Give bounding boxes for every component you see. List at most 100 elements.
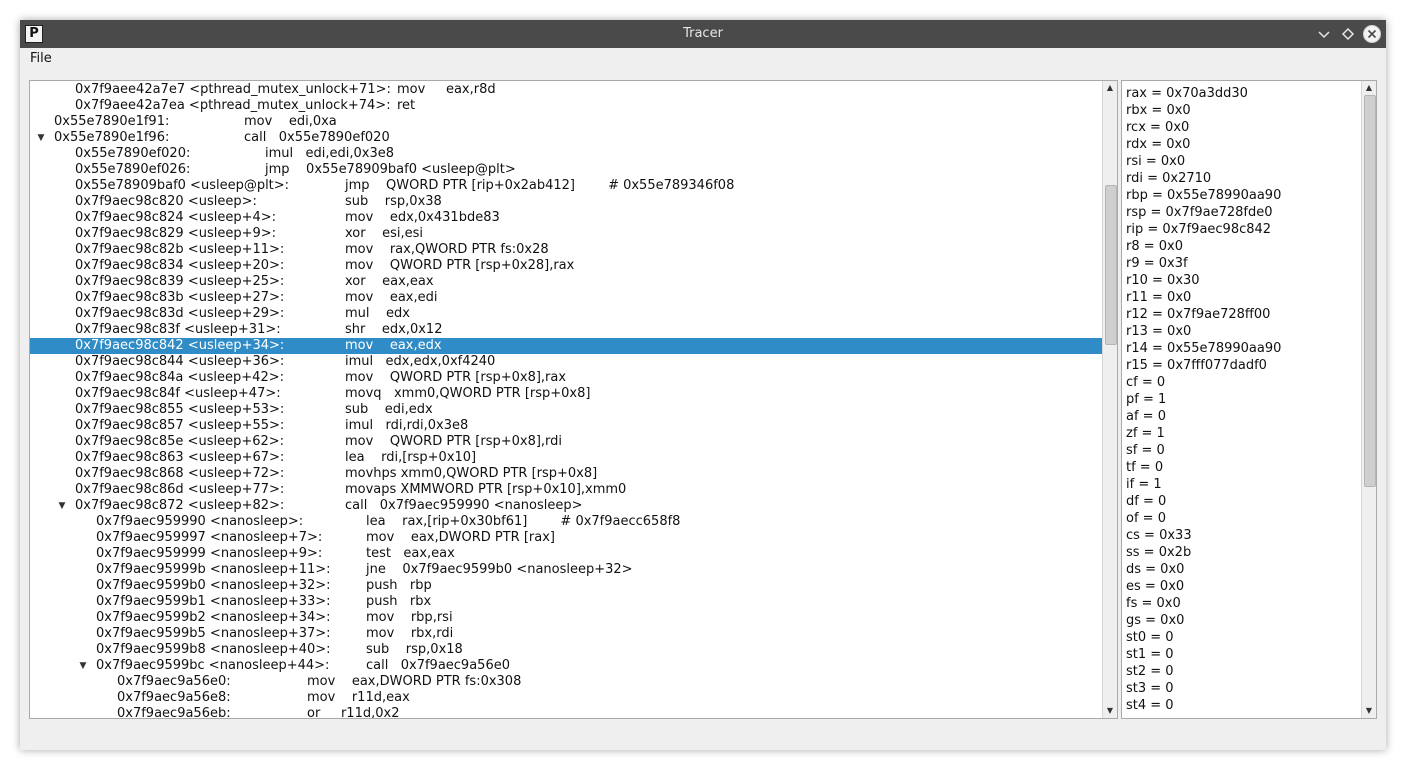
register-row[interactable]: rsi = 0x0 xyxy=(1126,153,1185,170)
expand-arrow-icon[interactable]: ▼ xyxy=(36,130,46,146)
trace-row[interactable]: 0x7f9aec98c84a <usleep+42>: mov QWORD PTR… xyxy=(30,370,1102,386)
register-row[interactable]: gs = 0x0 xyxy=(1126,612,1184,629)
trace-row[interactable]: 0x7f9aec9a56e0: mov eax,DWORD PTR fs:0x30… xyxy=(30,674,1102,690)
register-row[interactable]: rbx = 0x0 xyxy=(1126,102,1191,119)
maximize-button[interactable] xyxy=(1338,24,1358,44)
trace-row[interactable]: 0x7f9aec9599b8 <nanosleep+40>: sub rsp,0x… xyxy=(30,642,1102,658)
trace-row[interactable]: 0x7f9aee42a7e7 <pthread_mutex_unlock+71>… xyxy=(30,82,1102,98)
register-row[interactable]: rsp = 0x7f9ae728fde0 xyxy=(1126,204,1273,221)
trace-row[interactable]: 0x55e78909baf0 <usleep@plt>: jmp QWORD PT… xyxy=(30,178,1102,194)
trace-row[interactable]: 0x7f9aec98c820 <usleep>: sub rsp,0x38 xyxy=(30,194,1102,210)
scrollbar-thumb[interactable] xyxy=(1105,185,1117,345)
trace-row[interactable]: 0x7f9aec98c868 <usleep+72>: movhps xmm0,Q… xyxy=(30,466,1102,482)
close-button[interactable] xyxy=(1362,24,1382,44)
trace-row[interactable]: 0x7f9aec98c844 <usleep+36>: imul edx,edx,… xyxy=(30,354,1102,370)
trace-row[interactable]: 0x7f9aec98c84f <usleep+47>: movq xmm0,QWO… xyxy=(30,386,1102,402)
register-row[interactable]: tf = 0 xyxy=(1126,459,1163,476)
trace-row-selected[interactable]: 0x7f9aec98c842 <usleep+34>: mov eax,edx xyxy=(30,338,1102,354)
register-row[interactable]: st0 = 0 xyxy=(1126,629,1174,646)
register-row[interactable]: df = 0 xyxy=(1126,493,1166,510)
trace-row[interactable]: 0x55e7890e1f91: mov edi,0xa xyxy=(30,114,1102,130)
register-row[interactable]: if = 1 xyxy=(1126,476,1162,493)
trace-row[interactable]: 0x7f9aec98c857 <usleep+55>: imul rdi,rdi,… xyxy=(30,418,1102,434)
title-bar[interactable]: P Tracer xyxy=(20,20,1386,48)
register-row[interactable]: rdx = 0x0 xyxy=(1126,136,1190,153)
scrollbar-track[interactable] xyxy=(1103,95,1117,704)
expand-arrow-icon[interactable]: ▼ xyxy=(78,658,88,674)
trace-instruction: sub rsp,0x18 xyxy=(366,642,463,657)
register-row[interactable]: af = 0 xyxy=(1126,408,1166,425)
trace-row[interactable]: 0x7f9aee42a7ea <pthread_mutex_unlock+74>… xyxy=(30,98,1102,114)
register-row[interactable]: ds = 0x0 xyxy=(1126,561,1184,578)
register-row[interactable]: r10 = 0x30 xyxy=(1126,272,1200,289)
trace-tree[interactable]: 0x7f9aee42a7e7 <pthread_mutex_unlock+71>… xyxy=(30,81,1102,718)
register-row[interactable]: st1 = 0 xyxy=(1126,646,1174,663)
trace-row[interactable]: 0x7f9aec9599b1 <nanosleep+33>: push rbx xyxy=(30,594,1102,610)
trace-row[interactable]: ▼ 0x55e7890e1f96: call 0x55e7890ef020 xyxy=(30,130,1102,146)
register-row[interactable]: cf = 0 xyxy=(1126,374,1165,391)
register-row[interactable]: r9 = 0x3f xyxy=(1126,255,1188,272)
register-row[interactable]: sf = 0 xyxy=(1126,442,1165,459)
expand-arrow-icon[interactable]: ▼ xyxy=(57,498,67,514)
trace-row[interactable]: 0x7f9aec98c82b <usleep+11>: mov rax,QWORD… xyxy=(30,242,1102,258)
registers-scrollbar[interactable]: ▲ ▼ xyxy=(1361,81,1376,718)
scrollbar-track[interactable] xyxy=(1362,95,1376,704)
register-row[interactable]: of = 0 xyxy=(1126,510,1166,527)
register-row[interactable]: r8 = 0x0 xyxy=(1126,238,1183,255)
trace-row[interactable]: 0x7f9aec959999 <nanosleep+9>: test eax,ea… xyxy=(30,546,1102,562)
trace-row[interactable]: 0x7f9aec98c839 <usleep+25>: xor eax,eax xyxy=(30,274,1102,290)
scroll-up-arrow-icon[interactable]: ▲ xyxy=(1362,81,1376,95)
trace-row[interactable]: 0x7f9aec98c829 <usleep+9>: xor esi,esi xyxy=(30,226,1102,242)
registers-list[interactable]: rax = 0x70a3dd30 rbx = 0x0 rcx = 0x0 rdx = … xyxy=(1122,81,1362,718)
trace-row[interactable]: 0x7f9aec9599b0 <nanosleep+32>: push rbp xyxy=(30,578,1102,594)
register-row[interactable]: rdi = 0x2710 xyxy=(1126,170,1211,187)
register-row[interactable]: r14 = 0x55e78990aa90 xyxy=(1126,340,1281,357)
trace-row[interactable]: 0x7f9aec98c863 <usleep+67>: lea rdi,[rsp+… xyxy=(30,450,1102,466)
trace-row[interactable]: 0x7f9aec98c83d <usleep+29>: mul edx xyxy=(30,306,1102,322)
trace-row[interactable]: 0x55e7890ef026: jmp 0x55e78909baf0 <uslee… xyxy=(30,162,1102,178)
trace-row[interactable]: 0x7f9aec9599b5 <nanosleep+37>: mov rbx,rd… xyxy=(30,626,1102,642)
trace-row[interactable]: 0x7f9aec98c83b <usleep+27>: mov eax,edi xyxy=(30,290,1102,306)
scroll-up-arrow-icon[interactable]: ▲ xyxy=(1103,81,1117,95)
scroll-down-arrow-icon[interactable]: ▼ xyxy=(1362,704,1376,718)
trace-row[interactable]: 0x7f9aec98c83f <usleep+31>: shr edx,0x12 xyxy=(30,322,1102,338)
register-row[interactable]: rip = 0x7f9aec98c842 xyxy=(1126,221,1271,238)
trace-row[interactable]: 0x7f9aec98c824 <usleep+4>: mov edx,0x431b… xyxy=(30,210,1102,226)
register-row[interactable]: rcx = 0x0 xyxy=(1126,119,1189,136)
register-row[interactable]: es = 0x0 xyxy=(1126,578,1184,595)
trace-row[interactable]: 0x55e7890ef020: imul edi,edi,0x3e8 xyxy=(30,146,1102,162)
trace-row[interactable]: 0x7f9aec98c855 <usleep+53>: sub edi,edx xyxy=(30,402,1102,418)
trace-row[interactable]: 0x7f9aec9a56e8: mov r11d,eax xyxy=(30,690,1102,706)
trace-row[interactable]: 0x7f9aec959990 <nanosleep>: lea rax,[rip+… xyxy=(30,514,1102,530)
trace-scrollbar[interactable]: ▲ ▼ xyxy=(1102,81,1117,718)
trace-row[interactable]: 0x7f9aec9599b2 <nanosleep+34>: mov rbp,rs… xyxy=(30,610,1102,626)
register-row[interactable]: st4 = 0 xyxy=(1126,697,1174,714)
register-row[interactable]: r13 = 0x0 xyxy=(1126,323,1191,340)
trace-row[interactable]: 0x7f9aec95999b <nanosleep+11>: jne 0x7f9a… xyxy=(30,562,1102,578)
register-row[interactable]: cs = 0x33 xyxy=(1126,527,1192,544)
scroll-down-arrow-icon[interactable]: ▼ xyxy=(1103,704,1117,718)
register-row[interactable]: zf = 1 xyxy=(1126,425,1165,442)
register-row[interactable]: ss = 0x2b xyxy=(1126,544,1191,561)
register-row[interactable]: r15 = 0x7fff077dadf0 xyxy=(1126,357,1267,374)
register-row[interactable]: pf = 1 xyxy=(1126,391,1166,408)
register-row[interactable]: rax = 0x70a3dd30 xyxy=(1126,85,1248,102)
minimize-button[interactable] xyxy=(1314,24,1334,44)
menu-file[interactable]: File xyxy=(30,48,52,70)
trace-row[interactable]: ▼ 0x7f9aec98c872 <usleep+82>: call 0x7f9ae… xyxy=(30,498,1102,514)
trace-row[interactable]: 0x7f9aec9a56eb: or r11d,0x2 xyxy=(30,706,1102,718)
trace-row[interactable]: 0x7f9aec98c834 <usleep+20>: mov QWORD PTR… xyxy=(30,258,1102,274)
register-row[interactable]: rbp = 0x55e78990aa90 xyxy=(1126,187,1281,204)
register-row[interactable]: fs = 0x0 xyxy=(1126,595,1181,612)
register-row[interactable]: st3 = 0 xyxy=(1126,680,1174,697)
trace-row[interactable]: 0x7f9aec959997 <nanosleep+7>: mov eax,DWO… xyxy=(30,530,1102,546)
trace-instruction: push rbx xyxy=(366,594,432,609)
register-row[interactable]: r11 = 0x0 xyxy=(1126,289,1191,306)
scrollbar-thumb[interactable] xyxy=(1364,95,1376,487)
trace-row[interactable]: 0x7f9aec98c86d <usleep+77>: movaps XMMWOR… xyxy=(30,482,1102,498)
trace-row[interactable]: 0x7f9aec98c85e <usleep+62>: mov QWORD PTR… xyxy=(30,434,1102,450)
register-row[interactable]: r12 = 0x7f9ae728ff00 xyxy=(1126,306,1270,323)
register-row[interactable]: st2 = 0 xyxy=(1126,663,1174,680)
trace-address: 0x7f9aec9599b1 <nanosleep+33>: xyxy=(96,594,331,609)
trace-row[interactable]: ▼ 0x7f9aec9599bc <nanosleep+44>: call 0x7f… xyxy=(30,658,1102,674)
